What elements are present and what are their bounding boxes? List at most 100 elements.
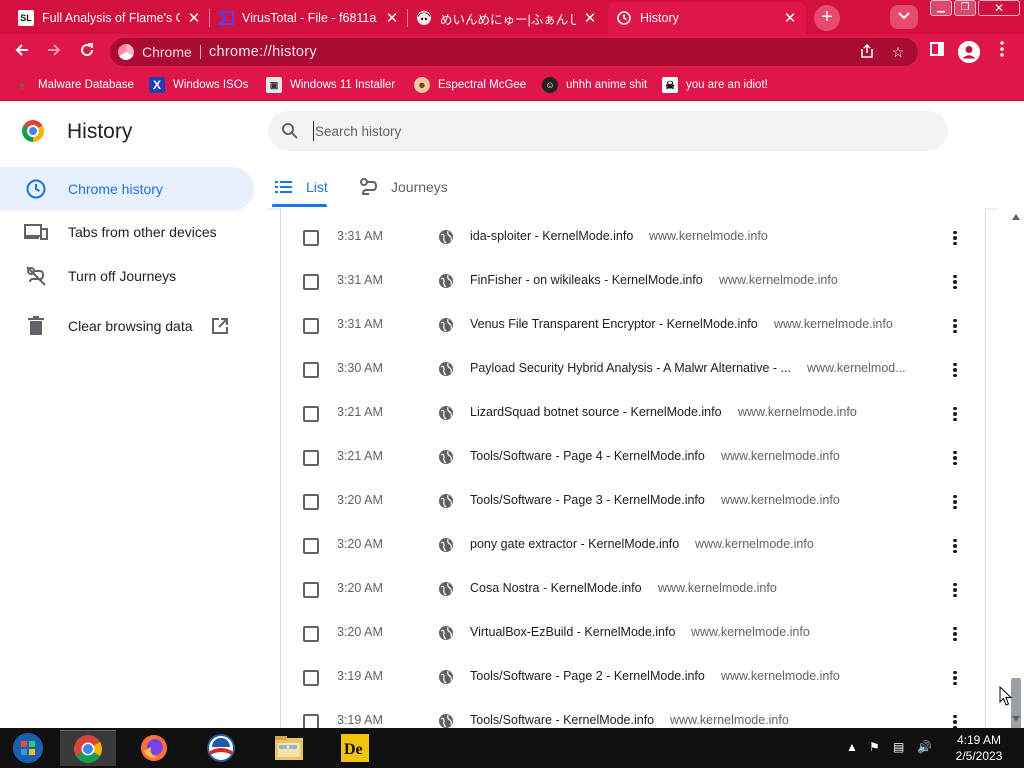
bookmark-anime[interactable]: ☺ uhhh anime shit bbox=[542, 76, 647, 94]
taskbar-de-app[interactable]: De bbox=[327, 730, 383, 766]
url-text[interactable]: chrome://history bbox=[209, 44, 317, 60]
entry-checkbox[interactable] bbox=[303, 406, 319, 422]
history-entry-row[interactable]: 3:31 AM FinFisher - on wikileaks - Kernel… bbox=[281, 260, 985, 304]
search-input[interactable] bbox=[313, 121, 913, 141]
taskbar-chrome[interactable] bbox=[60, 730, 116, 766]
entry-title-link[interactable]: pony gate extractor - KernelMode.info bbox=[470, 537, 679, 551]
entry-title-link[interactable]: ida-sploiter - KernelMode.info bbox=[470, 229, 633, 243]
history-entry-row[interactable]: 3:31 AM ida-sploiter - KernelMode.info www… bbox=[281, 216, 985, 260]
tab-virustotal[interactable]: VirusTotal - File - f6811a ✕ bbox=[210, 2, 408, 34]
entry-checkbox[interactable] bbox=[303, 670, 319, 686]
entry-title-link[interactable]: Tools/Software - Page 2 - KernelMode.inf… bbox=[470, 669, 705, 683]
history-entry-row[interactable]: 3:30 AM Payload Security Hybrid Analysis … bbox=[281, 348, 985, 392]
sidebar-item-clear-browsing-data[interactable]: Clear browsing data bbox=[0, 304, 254, 348]
entry-checkbox[interactable] bbox=[303, 450, 319, 466]
system-clock[interactable]: 4:19 AM 2/5/2023 bbox=[948, 732, 1010, 764]
tab-anime-site[interactable]: めいんめにゅー|ふぁんしーあいれ ✕ bbox=[408, 2, 606, 34]
entry-title-link[interactable]: Cosa Nostra - KernelMode.info bbox=[470, 581, 642, 595]
tab-list[interactable]: List bbox=[274, 166, 328, 208]
firefox-icon bbox=[141, 735, 167, 761]
entry-checkbox[interactable] bbox=[303, 494, 319, 510]
volume-icon[interactable]: 🔊 bbox=[917, 740, 932, 754]
scroll-up-arrow-icon[interactable] bbox=[1012, 214, 1020, 220]
entry-checkbox[interactable] bbox=[303, 318, 319, 334]
flag-icon[interactable]: ⚑ bbox=[869, 740, 880, 754]
scroll-down-arrow-icon[interactable] bbox=[1012, 716, 1020, 722]
tab-history[interactable]: History ✕ bbox=[608, 2, 806, 34]
side-panel-button[interactable] bbox=[926, 41, 948, 63]
entry-more-actions-icon[interactable] bbox=[945, 272, 965, 292]
entry-title-link[interactable]: Tools/Software - Page 4 - KernelMode.inf… bbox=[470, 449, 705, 463]
history-entry-row[interactable]: 3:20 AM Cosa Nostra - KernelMode.info www.… bbox=[281, 568, 985, 612]
bookmarks-bar: ♠ Malware Database X Windows ISOs ▣ Wind… bbox=[0, 70, 1024, 101]
profile-avatar[interactable] bbox=[958, 41, 980, 63]
entry-title-link[interactable]: Tools/Software - KernelMode.info bbox=[470, 713, 654, 727]
show-hidden-icons[interactable]: ▲ bbox=[846, 740, 858, 754]
restore-button[interactable]: ❐ bbox=[954, 0, 976, 16]
bookmark-star-icon[interactable]: ☆ bbox=[889, 43, 907, 61]
entry-title-link[interactable]: Payload Security Hybrid Analysis - A Mal… bbox=[470, 361, 791, 375]
bookmark-malware-database[interactable]: ♠ Malware Database bbox=[14, 76, 134, 94]
entry-checkbox[interactable] bbox=[303, 362, 319, 378]
history-entry-row[interactable]: 3:20 AM Tools/Software - Page 3 - KernelM… bbox=[281, 480, 985, 524]
entry-checkbox[interactable] bbox=[303, 538, 319, 554]
entry-more-actions-icon[interactable] bbox=[945, 624, 965, 644]
search-box[interactable] bbox=[268, 111, 948, 151]
entry-domain: www.kernelmode.info bbox=[670, 713, 789, 727]
history-entry-row[interactable]: 3:21 AM Tools/Software - Page 4 - KernelM… bbox=[281, 436, 985, 480]
tab-search-button[interactable] bbox=[890, 5, 918, 29]
entry-more-actions-icon[interactable] bbox=[945, 404, 965, 424]
tab-journeys[interactable]: Journeys bbox=[359, 166, 448, 208]
entry-more-actions-icon[interactable] bbox=[945, 316, 965, 336]
entry-checkbox[interactable] bbox=[303, 626, 319, 642]
tab-flame-analysis[interactable]: SL Full Analysis of Flame's Co ✕ bbox=[10, 2, 210, 34]
entry-checkbox[interactable] bbox=[303, 582, 319, 598]
sidebar-item-turn-off-journeys[interactable]: Turn off Journeys bbox=[0, 254, 254, 298]
vertical-scrollbar[interactable] bbox=[1008, 208, 1024, 740]
sidebar-item-tabs-other-devices[interactable]: Tabs from other devices bbox=[0, 210, 254, 254]
history-entry-row[interactable]: 3:20 AM VirtualBox-EzBuild - KernelMode.i… bbox=[281, 612, 985, 656]
bookmark-espectral-mcgee[interactable]: ☻ Espectral McGee bbox=[414, 76, 526, 94]
entry-title-link[interactable]: VirtualBox-EzBuild - KernelMode.info bbox=[470, 625, 675, 639]
reload-button[interactable] bbox=[75, 40, 99, 64]
entry-more-actions-icon[interactable] bbox=[945, 668, 965, 688]
entry-checkbox[interactable] bbox=[303, 274, 319, 290]
entry-more-actions-icon[interactable] bbox=[945, 536, 965, 556]
close-icon[interactable]: ✕ bbox=[782, 9, 798, 27]
address-bar[interactable]: Chrome chrome://history ☆ bbox=[110, 38, 918, 66]
history-entry-row[interactable]: 3:21 AM LizardSquad botnet source - Kerne… bbox=[281, 392, 985, 436]
history-entry-row[interactable]: 3:20 AM pony gate extractor - KernelMode.… bbox=[281, 524, 985, 568]
back-button[interactable] bbox=[10, 40, 34, 64]
network-icon[interactable]: ▤ bbox=[893, 740, 904, 754]
bookmark-windows-11-installer[interactable]: ▣ Windows 11 Installer bbox=[266, 76, 395, 94]
forward-button[interactable] bbox=[42, 40, 66, 64]
entry-title-link[interactable]: LizardSquad botnet source - KernelMode.i… bbox=[470, 405, 722, 419]
entry-more-actions-icon[interactable] bbox=[945, 360, 965, 380]
menu-button[interactable] bbox=[991, 41, 1013, 63]
close-icon[interactable]: ✕ bbox=[582, 9, 598, 27]
taskbar-firefox[interactable] bbox=[126, 730, 182, 766]
entry-checkbox[interactable] bbox=[303, 230, 319, 246]
close-icon[interactable]: ✕ bbox=[384, 9, 400, 27]
close-icon[interactable]: ✕ bbox=[186, 9, 202, 27]
history-entry-row[interactable]: 3:31 AM Venus File Transparent Encryptor … bbox=[281, 304, 985, 348]
taskbar-obama-logo[interactable] bbox=[193, 730, 249, 766]
entry-title-link[interactable]: Tools/Software - Page 3 - KernelMode.inf… bbox=[470, 493, 705, 507]
taskbar-file-explorer[interactable] bbox=[261, 730, 317, 766]
entry-title-link[interactable]: Venus File Transparent Encryptor - Kerne… bbox=[470, 317, 758, 331]
share-icon[interactable] bbox=[858, 43, 876, 61]
window-close-button[interactable]: ✕ bbox=[978, 0, 1020, 16]
entry-more-actions-icon[interactable] bbox=[945, 448, 965, 468]
site-info-chip[interactable]: Chrome bbox=[118, 43, 192, 61]
entry-more-actions-icon[interactable] bbox=[945, 580, 965, 600]
bookmark-you-are-an-idiot[interactable]: ☠ you are an idiot! bbox=[662, 76, 768, 94]
start-button[interactable] bbox=[0, 730, 56, 766]
entry-more-actions-icon[interactable] bbox=[945, 492, 965, 512]
history-entry-row[interactable]: 3:19 AM Tools/Software - Page 2 - KernelM… bbox=[281, 656, 985, 700]
new-tab-button[interactable]: + bbox=[814, 5, 840, 31]
bookmark-windows-isos[interactable]: X Windows ISOs bbox=[149, 76, 248, 94]
minimize-button[interactable]: ▁ bbox=[930, 0, 952, 16]
sidebar-item-chrome-history[interactable]: Chrome history bbox=[0, 167, 254, 211]
entry-more-actions-icon[interactable] bbox=[945, 228, 965, 248]
entry-title-link[interactable]: FinFisher - on wikileaks - KernelMode.in… bbox=[470, 273, 703, 287]
